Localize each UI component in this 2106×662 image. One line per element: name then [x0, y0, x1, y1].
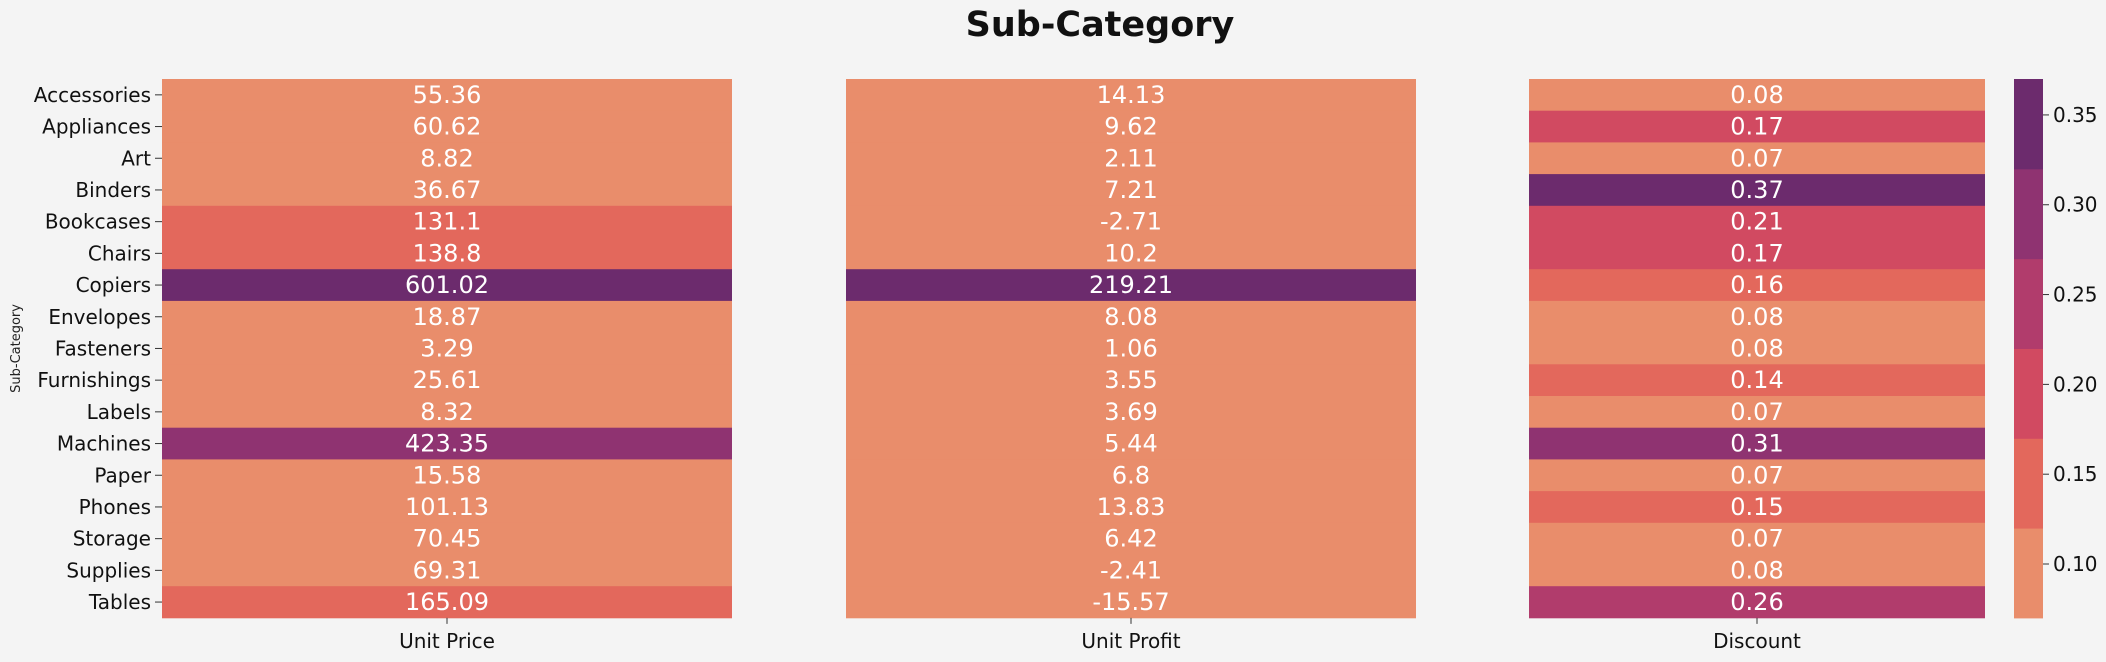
cell-value-label: 165.09: [405, 588, 489, 616]
cell-value-label: 3.69: [1104, 398, 1157, 426]
cell-value-label: 5.44: [1104, 430, 1157, 458]
row-label: Binders: [75, 178, 151, 202]
row-label: Machines: [57, 432, 151, 456]
cell-value-label: 219.21: [1089, 271, 1173, 299]
cell-value-label: 36.67: [413, 176, 482, 204]
cell-value-label: 0.07: [1730, 398, 1783, 426]
row-label: Labels: [87, 400, 151, 424]
cell-value-label: 6.42: [1104, 525, 1157, 553]
cell-value-label: 0.17: [1730, 239, 1783, 267]
row-label: Envelopes: [48, 305, 151, 329]
colorbar-tick-label: 0.15: [2053, 462, 2098, 486]
heatmap-svg: Sub-Category Sub-Category Accessories Appli…: [9, 5, 2098, 653]
colorbar-tick-label: 0.35: [2053, 103, 2098, 127]
colorbar-tick-label: 0.25: [2053, 283, 2098, 307]
colorbar-segment: [2014, 258, 2043, 349]
row-label: Paper: [94, 463, 151, 487]
cell-value-label: 10.2: [1104, 239, 1157, 267]
colorbar-segment: [2014, 528, 2043, 619]
cell-value-label: 131.1: [413, 208, 482, 236]
cell-value-label: 601.02: [405, 271, 489, 299]
row-label: Supplies: [66, 558, 151, 582]
cell-value-label: 6.8: [1112, 461, 1150, 489]
cell-value-label: 0.08: [1730, 303, 1783, 331]
chart-title: Sub-Category: [966, 5, 1235, 45]
cell-value-label: 0.14: [1730, 366, 1783, 394]
cell-value-label: 8.32: [420, 398, 473, 426]
cell-value-label: 423.35: [405, 430, 489, 458]
cell-value-label: 0.08: [1730, 81, 1783, 109]
cell-value-label: 69.31: [413, 556, 482, 584]
row-label: Fasteners: [55, 336, 151, 360]
cell-value-label: 55.36: [413, 81, 482, 109]
cell-value-label: 70.45: [413, 525, 482, 553]
cell-value-label: 0.07: [1730, 144, 1783, 172]
colorbar-segment: [2014, 79, 2043, 170]
column-label: Unit Price: [399, 629, 495, 653]
column-label: Unit Profit: [1081, 629, 1180, 653]
column-label: Discount: [1713, 629, 1801, 653]
colorbar-segment: [2014, 348, 2043, 439]
cell-value-label: 101.13: [405, 493, 489, 521]
row-label: Phones: [79, 495, 151, 519]
row-label: Appliances: [42, 115, 151, 139]
cell-value-label: 13.83: [1097, 493, 1166, 521]
row-label: Copiers: [76, 273, 151, 297]
row-label: Furnishings: [37, 368, 151, 392]
cell-value-label: 3.29: [420, 334, 473, 362]
cell-value-label: 0.17: [1730, 113, 1783, 141]
colorbar-segment: [2014, 168, 2043, 260]
row-label: Storage: [73, 527, 151, 551]
cell-value-label: 8.82: [420, 144, 473, 172]
cell-value-label: 0.08: [1730, 334, 1783, 362]
cell-value-label: 60.62: [413, 113, 482, 141]
cell-value-label: 1.06: [1104, 334, 1157, 362]
cell-value-label: 138.8: [413, 239, 482, 267]
cell-value-label: 2.11: [1104, 144, 1157, 172]
cell-value-label: -15.57: [1092, 588, 1169, 616]
cell-value-label: 0.15: [1730, 493, 1783, 521]
cell-value-label: 14.13: [1097, 81, 1166, 109]
cell-value-label: 0.21: [1730, 208, 1783, 236]
row-label: Accessories: [34, 83, 151, 107]
cell-value-label: 18.87: [413, 303, 482, 331]
cell-value-label: -2.71: [1100, 208, 1162, 236]
cell-value-label: 0.26: [1730, 588, 1783, 616]
row-label: Chairs: [88, 241, 151, 265]
cell-value-label: 9.62: [1104, 113, 1157, 141]
cell-value-label: 25.61: [413, 366, 482, 394]
colorbar-tick-label: 0.20: [2053, 372, 2098, 396]
cell-value-label: 0.16: [1730, 271, 1783, 299]
cell-value-label: 3.55: [1104, 366, 1157, 394]
cell-value-label: 0.07: [1730, 525, 1783, 553]
cell-value-label: 0.31: [1730, 430, 1783, 458]
cell-value-label: 0.37: [1730, 176, 1783, 204]
cell-value-label: 15.58: [413, 461, 482, 489]
cell-value-label: 7.21: [1104, 176, 1157, 204]
row-label: Art: [121, 146, 151, 170]
heatmap-figure: Sub-Category Sub-Category Accessories Appli…: [0, 0, 2106, 658]
y-axis-label: Sub-Category: [9, 304, 24, 393]
cell-value-label: 0.07: [1730, 461, 1783, 489]
colorbar-tick-label: 0.30: [2053, 193, 2098, 217]
cell-value-label: -2.41: [1100, 556, 1162, 584]
row-label: Bookcases: [45, 210, 151, 234]
cell-value-label: 8.08: [1104, 303, 1157, 331]
cell-value-label: 0.08: [1730, 556, 1783, 584]
colorbar-segment: [2014, 438, 2043, 529]
row-label: Tables: [88, 590, 151, 614]
colorbar-tick-label: 0.10: [2053, 552, 2098, 576]
